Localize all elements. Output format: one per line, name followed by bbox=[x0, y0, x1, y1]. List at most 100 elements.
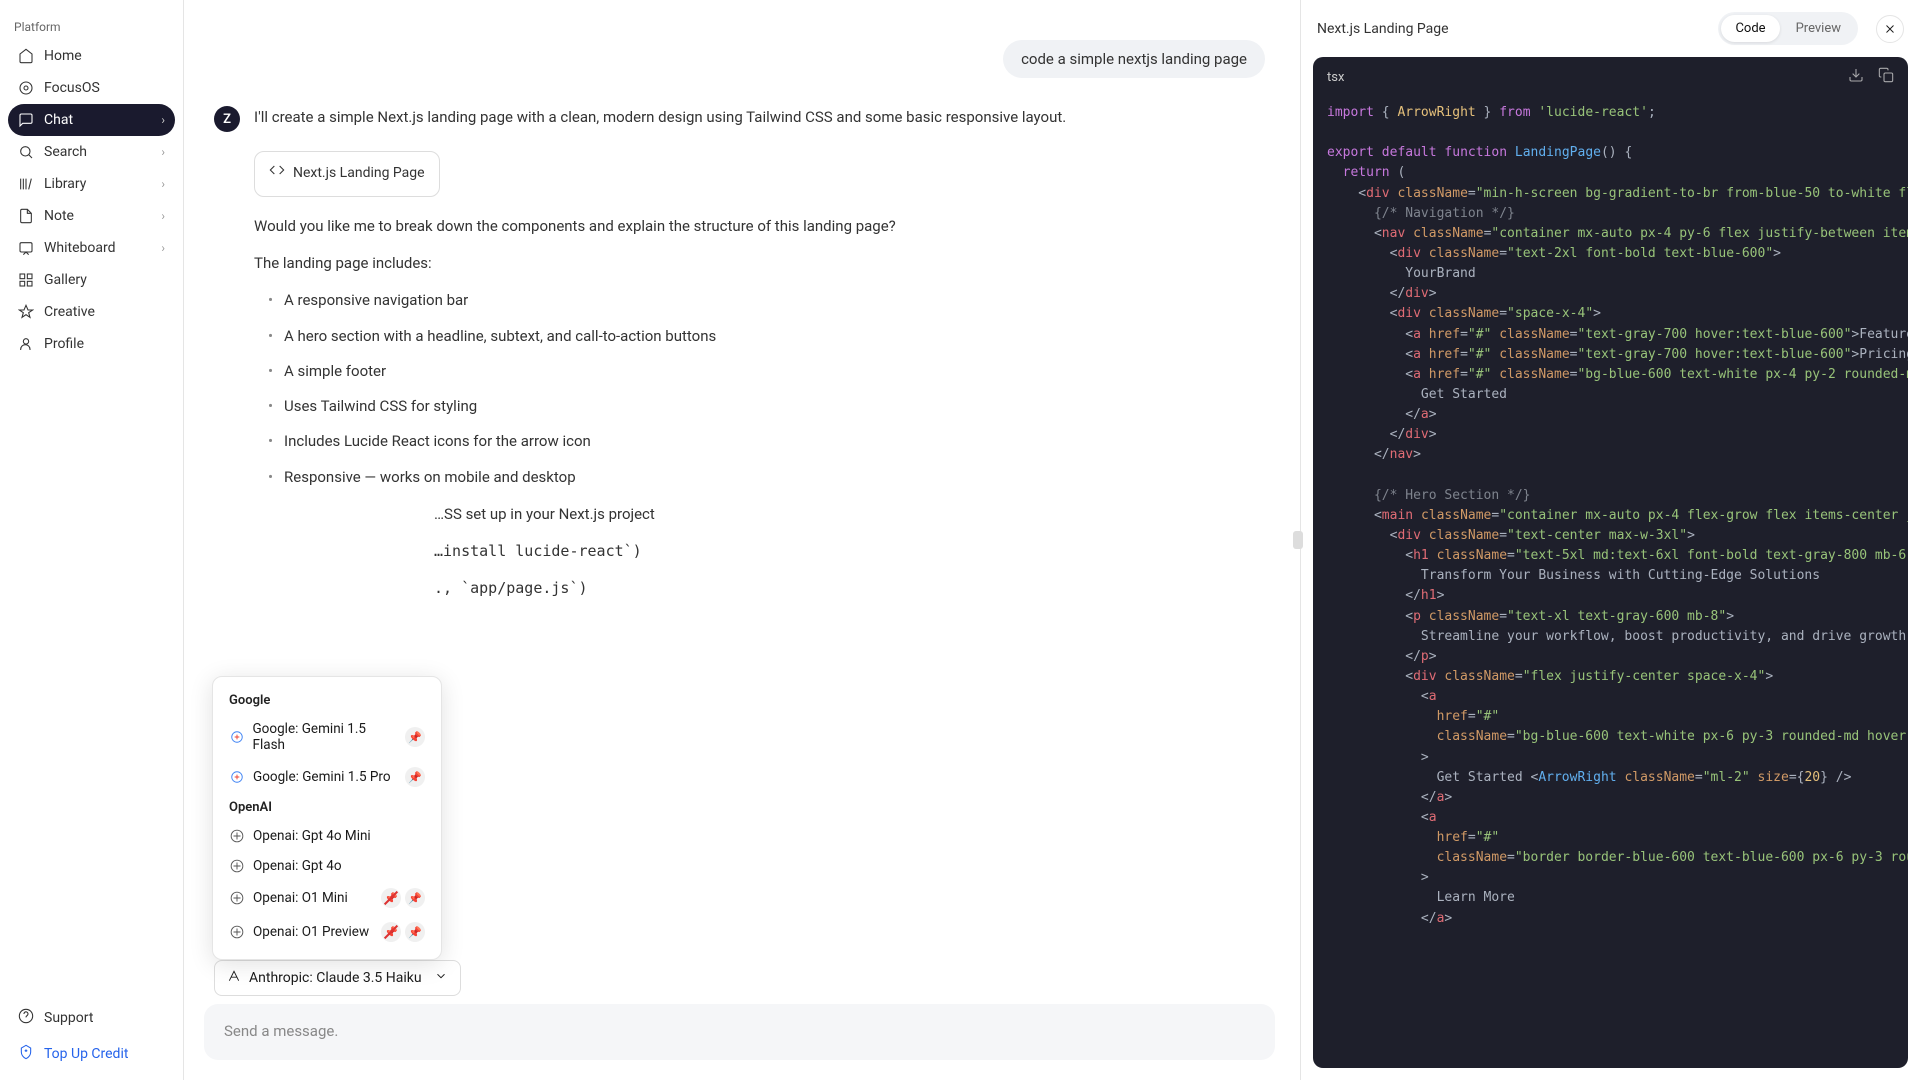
sidebar-bottom-label: Support bbox=[44, 1010, 93, 1026]
chevron-right-icon: › bbox=[161, 241, 165, 255]
sidebar-item-focusos[interactable]: FocusOS bbox=[8, 72, 175, 104]
assistant-question: Would you like me to break down the comp… bbox=[254, 215, 1265, 238]
model-popover[interactable]: GoogleGoogle: Gemini 1.5 Flash📌Google: G… bbox=[212, 676, 442, 960]
assistant-bullet: A simple footer bbox=[268, 360, 1265, 383]
focus-icon bbox=[18, 80, 34, 96]
pin-icon: 📌 bbox=[405, 888, 425, 908]
assistant-body: I'll create a simple Next.js landing pag… bbox=[254, 106, 1265, 615]
assistant-bullet: A hero section with a headline, subtext,… bbox=[268, 325, 1265, 348]
user-message-bubble: code a simple nextjs landing page bbox=[1003, 40, 1265, 78]
model-option-label: Openai: Gpt 4o bbox=[253, 858, 342, 874]
sidebar-item-whiteboard[interactable]: Whiteboard › bbox=[8, 232, 175, 264]
popover-group-label: OpenAI bbox=[221, 794, 433, 821]
sidebar-item-label: Note bbox=[44, 208, 74, 224]
chat-input-area: Anthropic: Claude 3.5 Haiku Send a messa… bbox=[184, 952, 1295, 1080]
chevron-right-icon: › bbox=[161, 113, 165, 127]
sidebar-item-chat[interactable]: Chat › bbox=[8, 104, 175, 136]
artifact-chip[interactable]: Next.js Landing Page bbox=[254, 151, 440, 197]
sidebar-item-label: Profile bbox=[44, 336, 84, 352]
copy-button[interactable] bbox=[1878, 67, 1894, 87]
topup-icon bbox=[18, 1044, 34, 1064]
assistant-includes-label: The landing page includes: bbox=[254, 252, 1265, 275]
chevron-right-icon: › bbox=[161, 145, 165, 159]
sidebar-item-creative[interactable]: Creative bbox=[8, 296, 175, 328]
sidebar-item-gallery[interactable]: Gallery bbox=[8, 264, 175, 296]
chat-panel: code a simple nextjs landing page Z I'll… bbox=[184, 0, 1295, 1080]
sidebar-item-label: Home bbox=[44, 48, 82, 64]
code-body[interactable]: import { ArrowRight } from 'lucide-react… bbox=[1313, 97, 1908, 1068]
sidebar-topup-link[interactable]: Top Up Credit bbox=[8, 1036, 175, 1072]
sidebar-nav: HomeFocusOSChat›Search›Library›Note›Whit… bbox=[8, 40, 175, 360]
assistant-avatar: Z bbox=[214, 106, 240, 132]
user-message-row: code a simple nextjs landing page bbox=[214, 40, 1265, 78]
assistant-code-frag-2: ., `app/page.js`) bbox=[254, 577, 1265, 600]
pin-off-icon: 📌 bbox=[381, 888, 401, 908]
code-panel: Next.js Landing Page Code Preview tsx im… bbox=[1300, 0, 1920, 1080]
sidebar-item-label: Search bbox=[44, 144, 87, 160]
model-option[interactable]: Google: Gemini 1.5 Flash 📌 bbox=[221, 714, 433, 760]
library-icon bbox=[18, 176, 34, 192]
google-icon bbox=[229, 769, 245, 785]
support-icon bbox=[18, 1008, 34, 1028]
code-block: tsx import { ArrowRight } from 'lucide-r… bbox=[1313, 57, 1908, 1068]
download-button[interactable] bbox=[1848, 67, 1864, 87]
sidebar-item-profile[interactable]: Profile bbox=[8, 328, 175, 360]
model-option[interactable]: Openai: Gpt 4o Mini bbox=[221, 821, 433, 851]
pin-icon: 📌 bbox=[405, 767, 425, 787]
sidebar: Platform Home FocusOS Chat › Search › Library ›… bbox=[0, 0, 184, 1080]
google-icon bbox=[229, 729, 244, 745]
popover-group-label: Google bbox=[221, 687, 433, 714]
creative-icon bbox=[18, 304, 34, 320]
sidebar-item-label: Library bbox=[44, 176, 86, 192]
model-selector-chip[interactable]: Anthropic: Claude 3.5 Haiku bbox=[214, 960, 461, 996]
code-icon bbox=[269, 162, 285, 186]
assistant-intro-text: I'll create a simple Next.js landing pag… bbox=[254, 106, 1265, 129]
sidebar-item-home[interactable]: Home bbox=[8, 40, 175, 72]
model-option-label: Google: Gemini 1.5 Pro bbox=[253, 769, 391, 785]
code-lang-label: tsx bbox=[1327, 70, 1344, 85]
chevron-down-icon bbox=[434, 969, 448, 987]
profile-icon bbox=[18, 336, 34, 352]
model-option[interactable]: Openai: O1 Preview📌📌 bbox=[221, 915, 433, 949]
openai-icon bbox=[229, 890, 245, 906]
tab-code[interactable]: Code bbox=[1721, 15, 1779, 42]
whiteboard-icon bbox=[18, 240, 34, 256]
code-block-header: tsx bbox=[1313, 57, 1908, 97]
chat-icon bbox=[18, 112, 34, 128]
sidebar-item-label: Whiteboard bbox=[44, 240, 116, 256]
code-panel-tabs: Code Preview bbox=[1718, 12, 1858, 45]
search-icon bbox=[18, 144, 34, 160]
sidebar-item-label: Creative bbox=[44, 304, 95, 320]
home-icon bbox=[18, 48, 34, 64]
assistant-bullet-list: A responsive navigation barA hero sectio… bbox=[254, 289, 1265, 489]
assistant-bullet: Uses Tailwind CSS for styling bbox=[268, 395, 1265, 418]
model-option[interactable]: Openai: Gpt 4o bbox=[221, 851, 433, 881]
sidebar-support-link[interactable]: Support bbox=[8, 1000, 175, 1036]
model-option[interactable]: Openai: O1 Mini📌📌 bbox=[221, 881, 433, 915]
model-option-label: Google: Gemini 1.5 Flash bbox=[252, 721, 397, 753]
sidebar-item-search[interactable]: Search › bbox=[8, 136, 175, 168]
assistant-bullet: Responsive — works on mobile and desktop bbox=[268, 466, 1265, 489]
sidebar-item-library[interactable]: Library › bbox=[8, 168, 175, 200]
artifact-chip-label: Next.js Landing Page bbox=[293, 163, 425, 185]
sidebar-item-label: Chat bbox=[44, 112, 73, 128]
chat-input[interactable]: Send a message. bbox=[204, 1004, 1275, 1060]
close-panel-button[interactable] bbox=[1876, 15, 1904, 43]
model-option-label: Openai: O1 Preview bbox=[253, 924, 369, 940]
assistant-fragment-1: …SS set up in your Next.js project bbox=[254, 503, 1265, 526]
pin-icon: 📌 bbox=[405, 727, 425, 747]
assistant-message-row: Z I'll create a simple Next.js landing p… bbox=[214, 106, 1265, 615]
model-selector-label: Anthropic: Claude 3.5 Haiku bbox=[249, 970, 422, 986]
sidebar-section-label: Platform bbox=[8, 8, 175, 40]
tab-preview[interactable]: Preview bbox=[1782, 15, 1855, 42]
sidebar-bottom-label: Top Up Credit bbox=[44, 1046, 128, 1062]
chevron-right-icon: › bbox=[161, 177, 165, 191]
model-option[interactable]: Google: Gemini 1.5 Pro 📌 bbox=[221, 760, 433, 794]
openai-icon bbox=[229, 858, 245, 874]
sidebar-item-label: Gallery bbox=[44, 272, 87, 288]
sidebar-item-note[interactable]: Note› bbox=[8, 200, 175, 232]
assistant-bullet: Includes Lucide React icons for the arro… bbox=[268, 430, 1265, 453]
resize-handle[interactable] bbox=[1295, 0, 1300, 1080]
sidebar-item-label: FocusOS bbox=[44, 80, 100, 96]
pin-off-icon: 📌 bbox=[381, 922, 401, 942]
